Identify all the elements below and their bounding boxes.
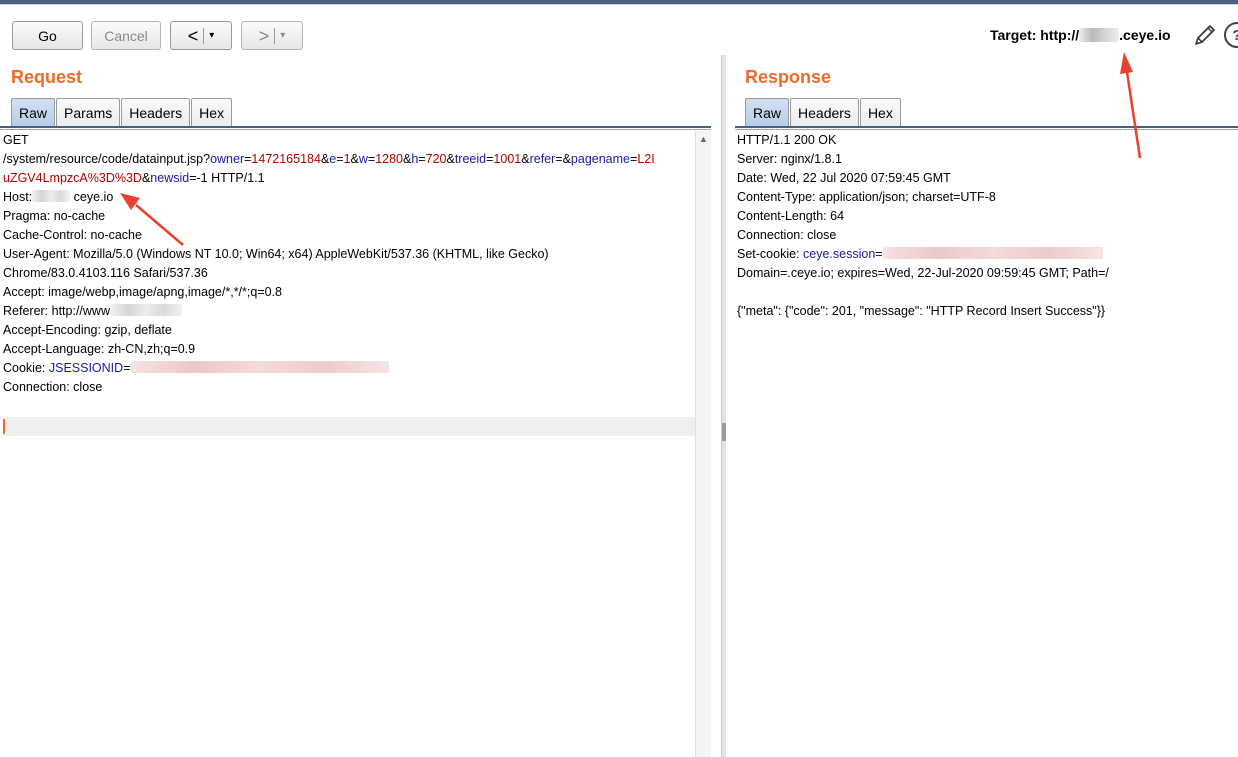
request-line-user-agent: User-Agent: Mozilla/5.0 (Windows NT 10.0… [3,247,549,261]
response-title: Response [745,67,832,87]
param-value-treeid: 1001 [493,152,522,166]
go-button[interactable]: Go [12,21,83,50]
request-title: Request [11,67,83,87]
request-line-accept: Accept: image/webp,image/apng,image/*,*/… [3,285,282,299]
panel-splitter[interactable] [721,55,726,757]
cancel-label: Cancel [104,27,148,44]
response-line-status: HTTP/1.1 200 OK [737,133,837,147]
param-value-owner: 1472165184 [251,152,321,166]
target-label: Target: http:// .ceye.io [990,27,1171,43]
request-line-connection: Connection: close [3,380,103,394]
request-line-referer: Referer: http://www [3,302,693,321]
back-divider [203,27,205,44]
request-vertical-scrollbar[interactable]: ▲ [695,131,711,757]
request-tab-hex[interactable]: Hex [191,98,233,126]
response-line-content-type: Content-Type: application/json; charset=… [737,190,996,204]
back-button[interactable]: < ▾ [170,21,232,50]
forward-button[interactable]: > ▾ [241,21,303,50]
param-key-newsid: newsid [150,171,190,185]
redacted-cookie-value [130,361,389,373]
param-key-refer: refer [529,152,556,166]
request-line-accept-language: Accept-Language: zh-CN,zh;q=0.9 [3,342,196,356]
back-arrow-icon: < [187,25,199,46]
response-tab-headers[interactable]: Headers [790,98,859,126]
param-key-pagename: pagename [570,152,630,166]
param-key-h: h [411,152,419,166]
edit-target-pencil-icon[interactable] [1192,22,1218,48]
response-line-content-length: Content-Length: 64 [737,209,845,223]
host-label: Host: [3,190,33,204]
forward-arrow-icon: > [258,25,270,46]
param-key-owner: owner [210,152,245,166]
target-prefix: Target: http:// [990,27,1080,43]
request-line-method: GET [3,133,29,147]
response-line-set-cookie: Set-cookie: ceye.session= [737,245,1232,264]
request-text-caret [3,419,5,434]
request-tabs: Raw Params Headers Hex [11,98,233,126]
host-suffix: ceye.io [73,190,114,204]
response-line-domain: Domain=.ceye.io; expires=Wed, 22-Jul-202… [737,266,1109,280]
referer-text: Referer: http://www [3,304,110,318]
response-tabs: Raw Headers Hex [745,98,902,126]
request-tab-headers[interactable]: Headers [121,98,191,126]
forward-dropdown-icon[interactable]: ▾ [280,30,285,41]
redacted-host [32,190,71,202]
response-line-date: Date: Wed, 22 Jul 2020 07:59:45 GMT [737,171,951,185]
request-tab-params[interactable]: Params [56,98,121,126]
param-value-pagename-cont: uZGV4LmpzcA%3D%3D [3,171,142,185]
cookie-label: Cookie: [3,361,49,375]
request-tab-raw[interactable]: Raw [11,98,56,126]
param-value-w: 1280 [375,152,404,166]
param-key-treeid: treeid [454,152,487,166]
cancel-button[interactable]: Cancel [91,21,161,50]
back-dropdown-icon[interactable]: ▾ [209,30,214,41]
param-value-h: 720 [425,152,447,166]
splitter-grip-icon[interactable] [722,423,726,441]
response-line-server: Server: nginx/1.8.1 [737,152,842,166]
response-line-blank [737,283,1232,302]
request-line-url-cont: uZGV4LmpzcA%3D%3D&newsid=-1 HTTP/1.1 [3,171,265,185]
redacted-target-host [1079,28,1120,42]
param-value-e: 1 [343,152,351,166]
forward-divider [274,27,276,44]
request-line-cache-control: Cache-Control: no-cache [3,228,142,242]
target-suffix: .ceye.io [1119,27,1171,43]
redacted-referer [109,304,182,316]
response-tab-underline-thin [735,129,1238,130]
help-icon[interactable]: ? [1224,22,1238,48]
request-line-host: Host: ceye.io [3,188,693,207]
param-key-w: w [358,152,368,166]
go-label: Go [38,27,57,44]
cookie-key-jsessionid: JSESSIONID [48,361,124,375]
request-tab-underline-thin [0,129,711,130]
response-tab-hex[interactable]: Hex [859,98,901,126]
response-tab-underline [735,126,1238,128]
set-cookie-key: ceye.session [803,247,876,261]
request-line-accept-encoding: Accept-Encoding: gzip, deflate [3,323,172,337]
window-top-border-highlight [0,4,1238,5]
response-tab-raw[interactable]: Raw [745,98,790,126]
request-line-url: /system/resource/code/datainput.jsp?owne… [3,152,655,166]
request-line-user-agent-cont: Chrome/83.0.4103.116 Safari/537.36 [3,266,208,280]
param-value-pagename: L2I [637,152,655,166]
request-current-line-highlight [3,417,695,436]
response-line-body: {"meta": {"code": 201, "message": "HTTP … [737,304,1106,318]
url-tail: =-1 HTTP/1.1 [189,171,265,185]
request-line-pragma: Pragma: no-cache [3,209,106,223]
param-key-e: e [329,152,337,166]
response-line-connection: Connection: close [737,228,837,242]
url-path: /system/resource/code/datainput.jsp? [3,152,211,166]
scroll-up-icon[interactable]: ▲ [699,134,708,144]
request-raw-editor[interactable]: GET /system/resource/code/datainput.jsp?… [3,131,693,397]
redacted-session-value [882,247,1103,259]
set-cookie-label: Set-cookie: [737,247,804,261]
request-tab-underline [0,126,711,128]
request-line-cookie: Cookie: JSESSIONID= [3,359,693,378]
response-raw-viewer[interactable]: HTTP/1.1 200 OK Server: nginx/1.8.1 Date… [737,131,1232,321]
